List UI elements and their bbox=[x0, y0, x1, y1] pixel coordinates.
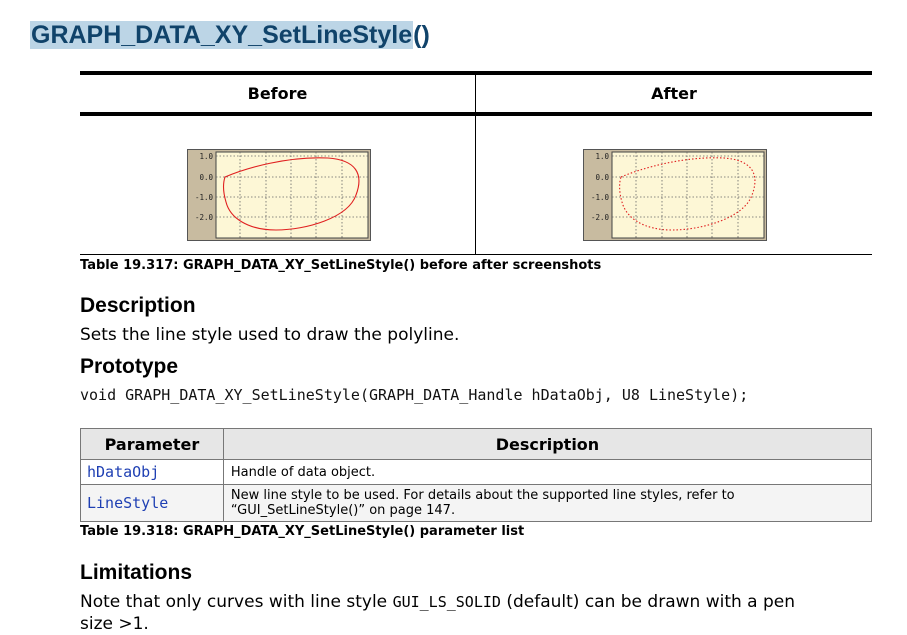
parameter-table: Parameter Description hDataObj Handle of… bbox=[80, 428, 873, 522]
before-graph-screenshot: 1.0 0.0 -1.0 -2.0 bbox=[187, 149, 371, 241]
parameter-table-caption: Table 19.318: GRAPH_DATA_XY_SetLineStyle… bbox=[80, 524, 525, 539]
after-graph-screenshot: 1.0 0.0 -1.0 -2.0 bbox=[583, 149, 767, 241]
prototype-code: void GRAPH_DATA_XY_SetLineStyle(GRAPH_DA… bbox=[80, 386, 749, 404]
header-after: After bbox=[651, 84, 697, 103]
param-name: LineStyle bbox=[80, 484, 224, 522]
param-name: hDataObj bbox=[80, 459, 224, 485]
table-bottom-rule bbox=[80, 254, 872, 255]
limitations-text-part: Note that only curves with line style bbox=[80, 592, 393, 612]
y-tick-label: -2.0 bbox=[591, 213, 610, 222]
param-header-description: Description bbox=[222, 428, 873, 460]
page-title-text: GRAPH_DATA_XY_SetLineStyle bbox=[30, 21, 414, 49]
limitations-heading: Limitations bbox=[80, 561, 193, 584]
page-title-parens: () bbox=[413, 21, 430, 49]
limitations-text: Note that only curves with line style GU… bbox=[80, 591, 880, 635]
table-row: hDataObj Handle of data object. bbox=[80, 459, 873, 485]
y-tick-label: 1.0 bbox=[595, 152, 609, 161]
prototype-heading: Prototype bbox=[80, 355, 179, 378]
param-description-line: Handle of data object. bbox=[230, 464, 376, 480]
param-description-line: New line style to be used. For details a… bbox=[230, 488, 735, 503]
screenshot-table-caption: Table 19.317: GRAPH_DATA_XY_SetLineStyle… bbox=[80, 258, 602, 273]
y-tick-label: 0.0 bbox=[595, 173, 609, 182]
plot-area bbox=[215, 151, 369, 239]
y-tick-label: -1.0 bbox=[195, 193, 214, 202]
y-tick-label: 0.0 bbox=[199, 173, 213, 182]
description-heading: Description bbox=[80, 294, 196, 317]
limitations-text-part: size >1. bbox=[80, 614, 149, 634]
table-header-rule bbox=[80, 112, 872, 116]
param-description-line: “GUI_SetLineStyle()” on page 147. bbox=[230, 503, 456, 518]
table-column-divider bbox=[475, 75, 476, 254]
page-title: GRAPH_DATA_XY_SetLineStyle() bbox=[30, 20, 430, 50]
y-tick-label: -2.0 bbox=[195, 213, 214, 222]
before-after-table: Before After 1.0 0.0 -1.0 -2.0 1.0 0.0 -1.0 -2… bbox=[80, 71, 872, 255]
y-tick-label: -1.0 bbox=[591, 193, 610, 202]
after-graph-svg: 1.0 0.0 -1.0 -2.0 bbox=[584, 150, 765, 240]
limitations-text-part: (default) can be drawn with a pen bbox=[500, 592, 796, 612]
param-description: New line style to be used. For details a… bbox=[222, 484, 873, 522]
y-tick-label: 1.0 bbox=[199, 152, 213, 161]
param-header-parameter: Parameter bbox=[80, 428, 224, 460]
description-text: Sets the line style used to draw the pol… bbox=[80, 325, 460, 345]
limitations-code: GUI_LS_SOLID bbox=[392, 593, 501, 611]
header-before: Before bbox=[247, 84, 308, 103]
table-row: LineStyle New line style to be used. For… bbox=[80, 484, 873, 522]
before-graph-svg: 1.0 0.0 -1.0 -2.0 bbox=[188, 150, 369, 240]
plot-area bbox=[611, 151, 765, 239]
param-description: Handle of data object. bbox=[222, 459, 873, 485]
